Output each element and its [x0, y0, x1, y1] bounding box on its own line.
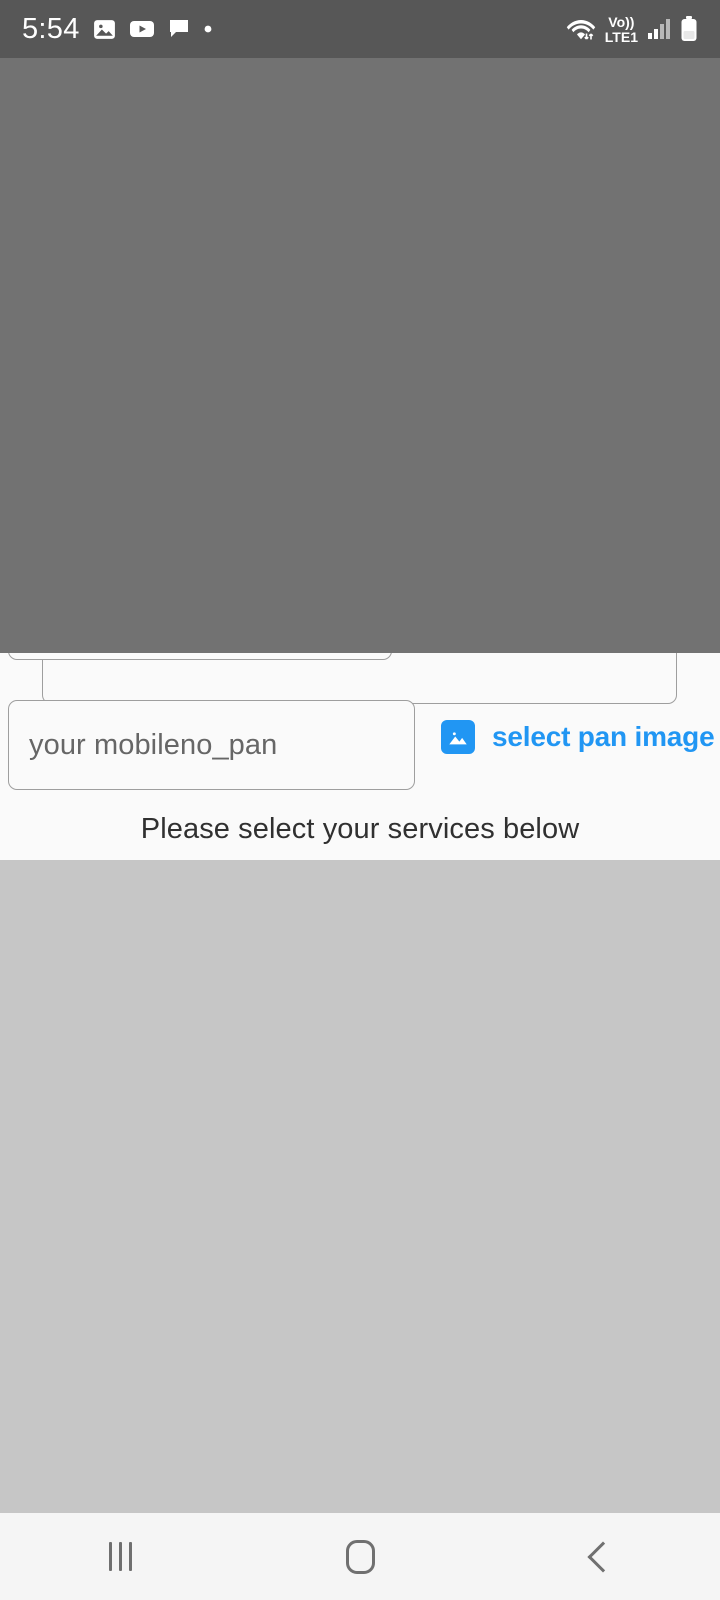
youtube-play-icon: [129, 19, 155, 39]
battery-icon: [680, 16, 698, 42]
home-icon: [345, 1539, 375, 1574]
services-hint-text: Please select your services below: [140, 813, 580, 845]
dim-scrim-overlay[interactable]: [0, 58, 720, 653]
volte-label-bottom: LTE1: [604, 28, 638, 45]
mobileno-pan-placeholder: your mobileno_pan: [29, 728, 278, 761]
nav-recents-button[interactable]: [40, 1513, 200, 1600]
mobileno-pan-input[interactable]: your mobileno_pan: [8, 700, 415, 790]
back-chevron-icon: [587, 1540, 619, 1573]
cellular-signal-icon: [647, 18, 671, 40]
recents-icon: [108, 1542, 132, 1571]
status-bar-right-group: Vo)) LTE1: [566, 15, 698, 44]
status-bar-clock: 5:54: [22, 12, 80, 45]
volte-icon: Vo)) LTE1: [605, 15, 638, 44]
status-bar-left-group: 5:54: [22, 13, 566, 46]
message-bubble-icon: [167, 17, 191, 41]
nav-back-button[interactable]: [520, 1513, 680, 1600]
android-navigation-bar: [0, 1513, 720, 1600]
more-notifications-dot-icon: [203, 24, 213, 34]
image-picker-icon: [441, 720, 475, 754]
status-bar: 5:54 Vo)) LTE1: [0, 0, 720, 58]
nav-home-button[interactable]: [280, 1513, 440, 1600]
select-pan-image-label: select pan image: [492, 721, 715, 752]
wifi-data-transfer-icon: [566, 16, 596, 42]
photo-icon: [92, 17, 117, 42]
services-content-area: [0, 860, 720, 1513]
volte-label-top: Vo)): [608, 13, 635, 30]
select-pan-image-button[interactable]: select pan image: [441, 720, 715, 754]
